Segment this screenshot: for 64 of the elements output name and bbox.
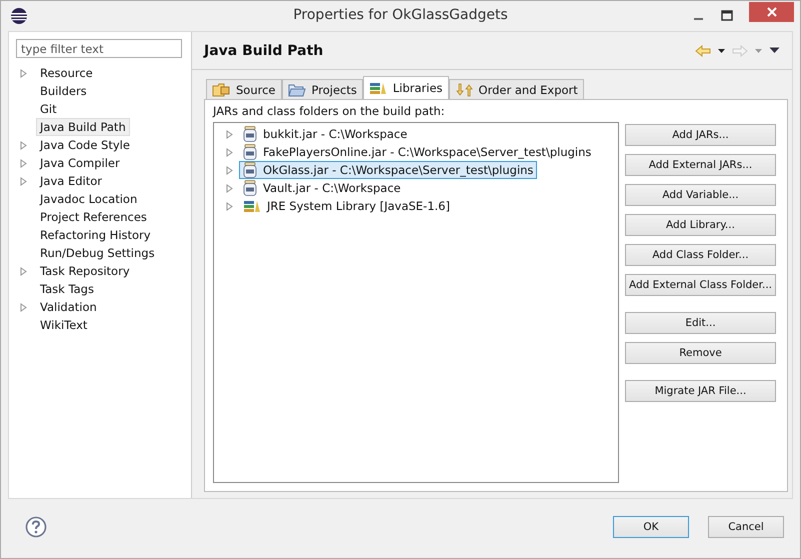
- jar-icon: [243, 144, 257, 160]
- books-icon: [368, 81, 387, 95]
- jar-icon: [243, 162, 257, 178]
- dialog-button[interactable]: Cancel: [708, 516, 784, 538]
- filter-field[interactable]: type filter text: [16, 39, 182, 58]
- books-icon: [243, 199, 261, 213]
- expand-arrow-icon[interactable]: [20, 302, 27, 312]
- jar-icon: [243, 180, 257, 196]
- library-entry[interactable]: Vault.jar - C:\Workspace: [239, 179, 405, 197]
- tab[interactable]: Order and Export: [448, 79, 584, 99]
- action-button[interactable]: Add External Class Folder...: [625, 274, 776, 296]
- dialog-button[interactable]: OK: [613, 516, 689, 538]
- page-title: Java Build Path: [204, 42, 324, 58]
- sidebar-item[interactable]: Run/Debug Settings: [36, 244, 159, 262]
- library-entry[interactable]: FakePlayersOnline.jar - C:\Workspace\Server_test\plugins: [239, 143, 596, 161]
- help-icon[interactable]: [25, 516, 47, 538]
- up-down-arrows-icon: [454, 82, 473, 96]
- expand-arrow-icon[interactable]: [20, 158, 27, 168]
- expand-arrow-icon[interactable]: [20, 266, 27, 276]
- tab[interactable]: Libraries: [362, 76, 449, 99]
- sidebar-item[interactable]: WikiText: [36, 316, 92, 334]
- forward-arrow-icon: [732, 44, 748, 56]
- action-button[interactable]: Migrate JAR File...: [625, 380, 776, 402]
- library-entry[interactable]: JRE System Library [JavaSE-1.6]: [239, 197, 454, 215]
- action-button[interactable]: Add Variable...: [625, 184, 776, 206]
- sidebar-item[interactable]: Java Compiler: [36, 154, 124, 172]
- dropdown-caret-icon[interactable]: [717, 48, 726, 54]
- action-button[interactable]: Add JARs...: [625, 124, 776, 146]
- jar-icon: [243, 126, 257, 142]
- tab[interactable]: Source: [206, 79, 282, 99]
- package-folder-icon: [212, 82, 230, 96]
- sidebar-item[interactable]: Git: [36, 100, 61, 118]
- sidebar-item[interactable]: Task Tags: [36, 280, 98, 298]
- sidebar-item[interactable]: Resource: [36, 64, 97, 82]
- close-icon: [766, 6, 778, 18]
- back-arrow-icon[interactable]: [695, 44, 711, 56]
- list-caption: JARs and class folders on the build path:: [213, 104, 446, 118]
- action-button[interactable]: Add External JARs...: [625, 154, 776, 176]
- eclipse-logo-icon: [10, 7, 28, 25]
- action-button[interactable]: Add Library...: [625, 214, 776, 236]
- expand-arrow-icon[interactable]: [20, 140, 27, 150]
- dropdown-caret-icon: [754, 48, 763, 54]
- sidebar-item[interactable]: Task Repository: [36, 262, 134, 280]
- sidebar-item[interactable]: Refactoring History: [36, 226, 155, 244]
- sidebar-item[interactable]: Javadoc Location: [36, 190, 142, 208]
- action-button[interactable]: Remove: [625, 342, 776, 364]
- expand-arrow-icon[interactable]: [20, 68, 27, 78]
- sidebar-item[interactable]: Project References: [36, 208, 151, 226]
- sidebar-item[interactable]: Builders: [36, 82, 91, 100]
- view-menu-icon[interactable]: [769, 47, 780, 54]
- close-button[interactable]: [749, 2, 794, 22]
- sidebar-item[interactable]: Validation: [36, 298, 101, 316]
- sidebar-item[interactable]: Java Build Path: [36, 118, 130, 136]
- library-entry[interactable]: OkGlass.jar - C:\Workspace\Server_test\plugins: [239, 161, 538, 179]
- action-button[interactable]: Add Class Folder...: [625, 244, 776, 266]
- window-title: Properties for OkGlassGadgets: [292, 7, 509, 23]
- expand-arrow-icon[interactable]: [20, 176, 27, 186]
- maximize-icon[interactable]: [721, 10, 733, 22]
- sidebar-item[interactable]: Java Code Style: [36, 136, 134, 154]
- library-entry[interactable]: bukkit.jar - C:\Workspace: [239, 125, 412, 143]
- sidebar-item[interactable]: Java Editor: [36, 172, 106, 190]
- tab[interactable]: Projects: [282, 79, 363, 99]
- folder-icon: [288, 82, 306, 96]
- action-button[interactable]: Edit...: [625, 312, 776, 334]
